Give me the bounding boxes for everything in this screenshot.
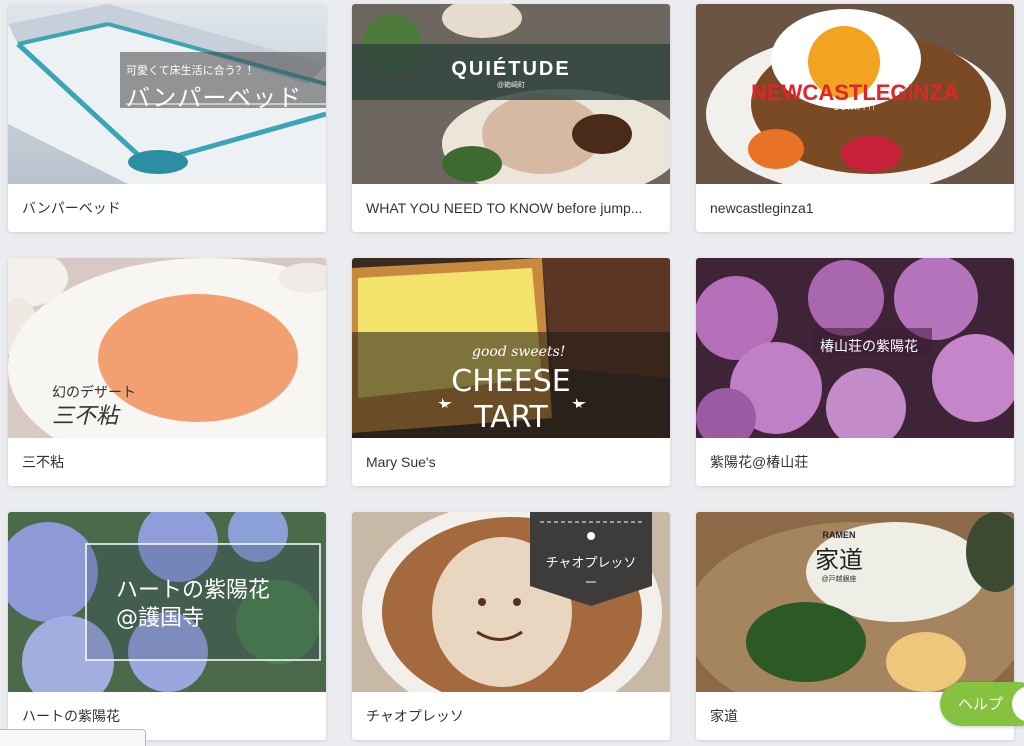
thumb-overlay-line1: 可愛くて床生活に合う？！ [126,65,258,77]
latte-art-image [352,512,670,692]
card-thumbnail: ハートの紫陽花 @護国寺 [8,512,326,692]
card-bumper-bed[interactable]: 可愛くて床生活に合う？！ バンパーベッド バンパーベッド [8,4,326,232]
card-grid: 可愛くて床生活に合う？！ バンパーベッド バンパーベッド QUIÉTUDE @箱… [8,4,1014,740]
card-caption: newcastleginza1 [710,200,814,216]
card-thumbnail: RAMEN 家道 @戸越銀座 [696,512,1014,692]
thumb-overlay-line2: @箱崎町 [496,82,526,89]
card-thumbnail: 椿山荘の紫陽花 [696,258,1014,438]
card-thumbnail: good sweets! CHEESE TART [352,258,670,438]
card-thumbnail: QUIÉTUDE @箱崎町 [352,4,670,184]
bottom-left-panel-tab[interactable] [0,729,146,746]
card-thumbnail: 幻のデザート 三不粘 [8,258,326,438]
card-hydrangea-chinzanso[interactable]: 椿山荘の紫陽花 紫陽花@椿山荘 [696,258,1014,486]
thumb-overlay-line2: @護国寺 [116,606,205,631]
thumb-overlay-line2: CHEESE [451,364,571,399]
card-sanbunian[interactable]: 幻のデザート 三不粘 三不粘 [8,258,326,486]
thumb-overlay-line3: @戸越銀座 [821,576,857,583]
card-caption: チャオプレッソ [366,708,464,724]
card-heart-hydrangea[interactable]: ハートの紫陽花 @護国寺 ハートの紫陽花 [8,512,326,740]
thumb-overlay-line1: RAMEN [822,530,856,540]
card-thumbnail: 可愛くて床生活に合う？！ バンパーベッド [8,4,326,184]
card-mary-sues[interactable]: good sweets! CHEESE TART Mary Sue's [352,258,670,486]
thumb-overlay-line1: チャオプレッソ [545,556,637,571]
thumb-overlay-line2: 家道 [815,546,863,574]
thumb-overlay-line1: QUIÉTUDE [451,58,571,80]
thumb-overlay-line1: NEWCASTLEGINZA [751,80,959,105]
thumb-overlay-line3: TART [474,400,548,435]
card-caption: WHAT YOU NEED TO KNOW before jump... [366,200,643,216]
help-label: ヘルプ [958,695,1004,713]
card-caption: バンパーベッド [22,200,121,216]
quietude-image [352,4,670,184]
thumb-overlay-line1: 椿山荘の紫陽花 [820,339,918,355]
thumb-overlay-line1: good sweets! [472,344,566,360]
card-caption: Mary Sue's [366,454,436,470]
thumb-overlay-line2: 三不粘 [52,404,119,429]
card-ciao-presso[interactable]: チャオプレッソ チャオプレッソ [352,512,670,740]
thumb-overlay-line2: バンパーベッド [126,84,303,112]
card-quietude[interactable]: QUIÉTUDE @箱崎町 WHAT YOU NEED TO KNOW befo… [352,4,670,232]
card-caption: 紫陽花@椿山荘 [710,454,809,470]
card-newcastleginza[interactable]: NEWCASTLEGINZA CURRY!! newcastleginza1 [696,4,1014,232]
card-thumbnail: チャオプレッソ [352,512,670,692]
card-thumbnail: NEWCASTLEGINZA CURRY!! [696,4,1014,184]
card-caption: 三不粘 [22,454,64,470]
thumb-overlay-line2: CURRY!! [833,105,877,112]
